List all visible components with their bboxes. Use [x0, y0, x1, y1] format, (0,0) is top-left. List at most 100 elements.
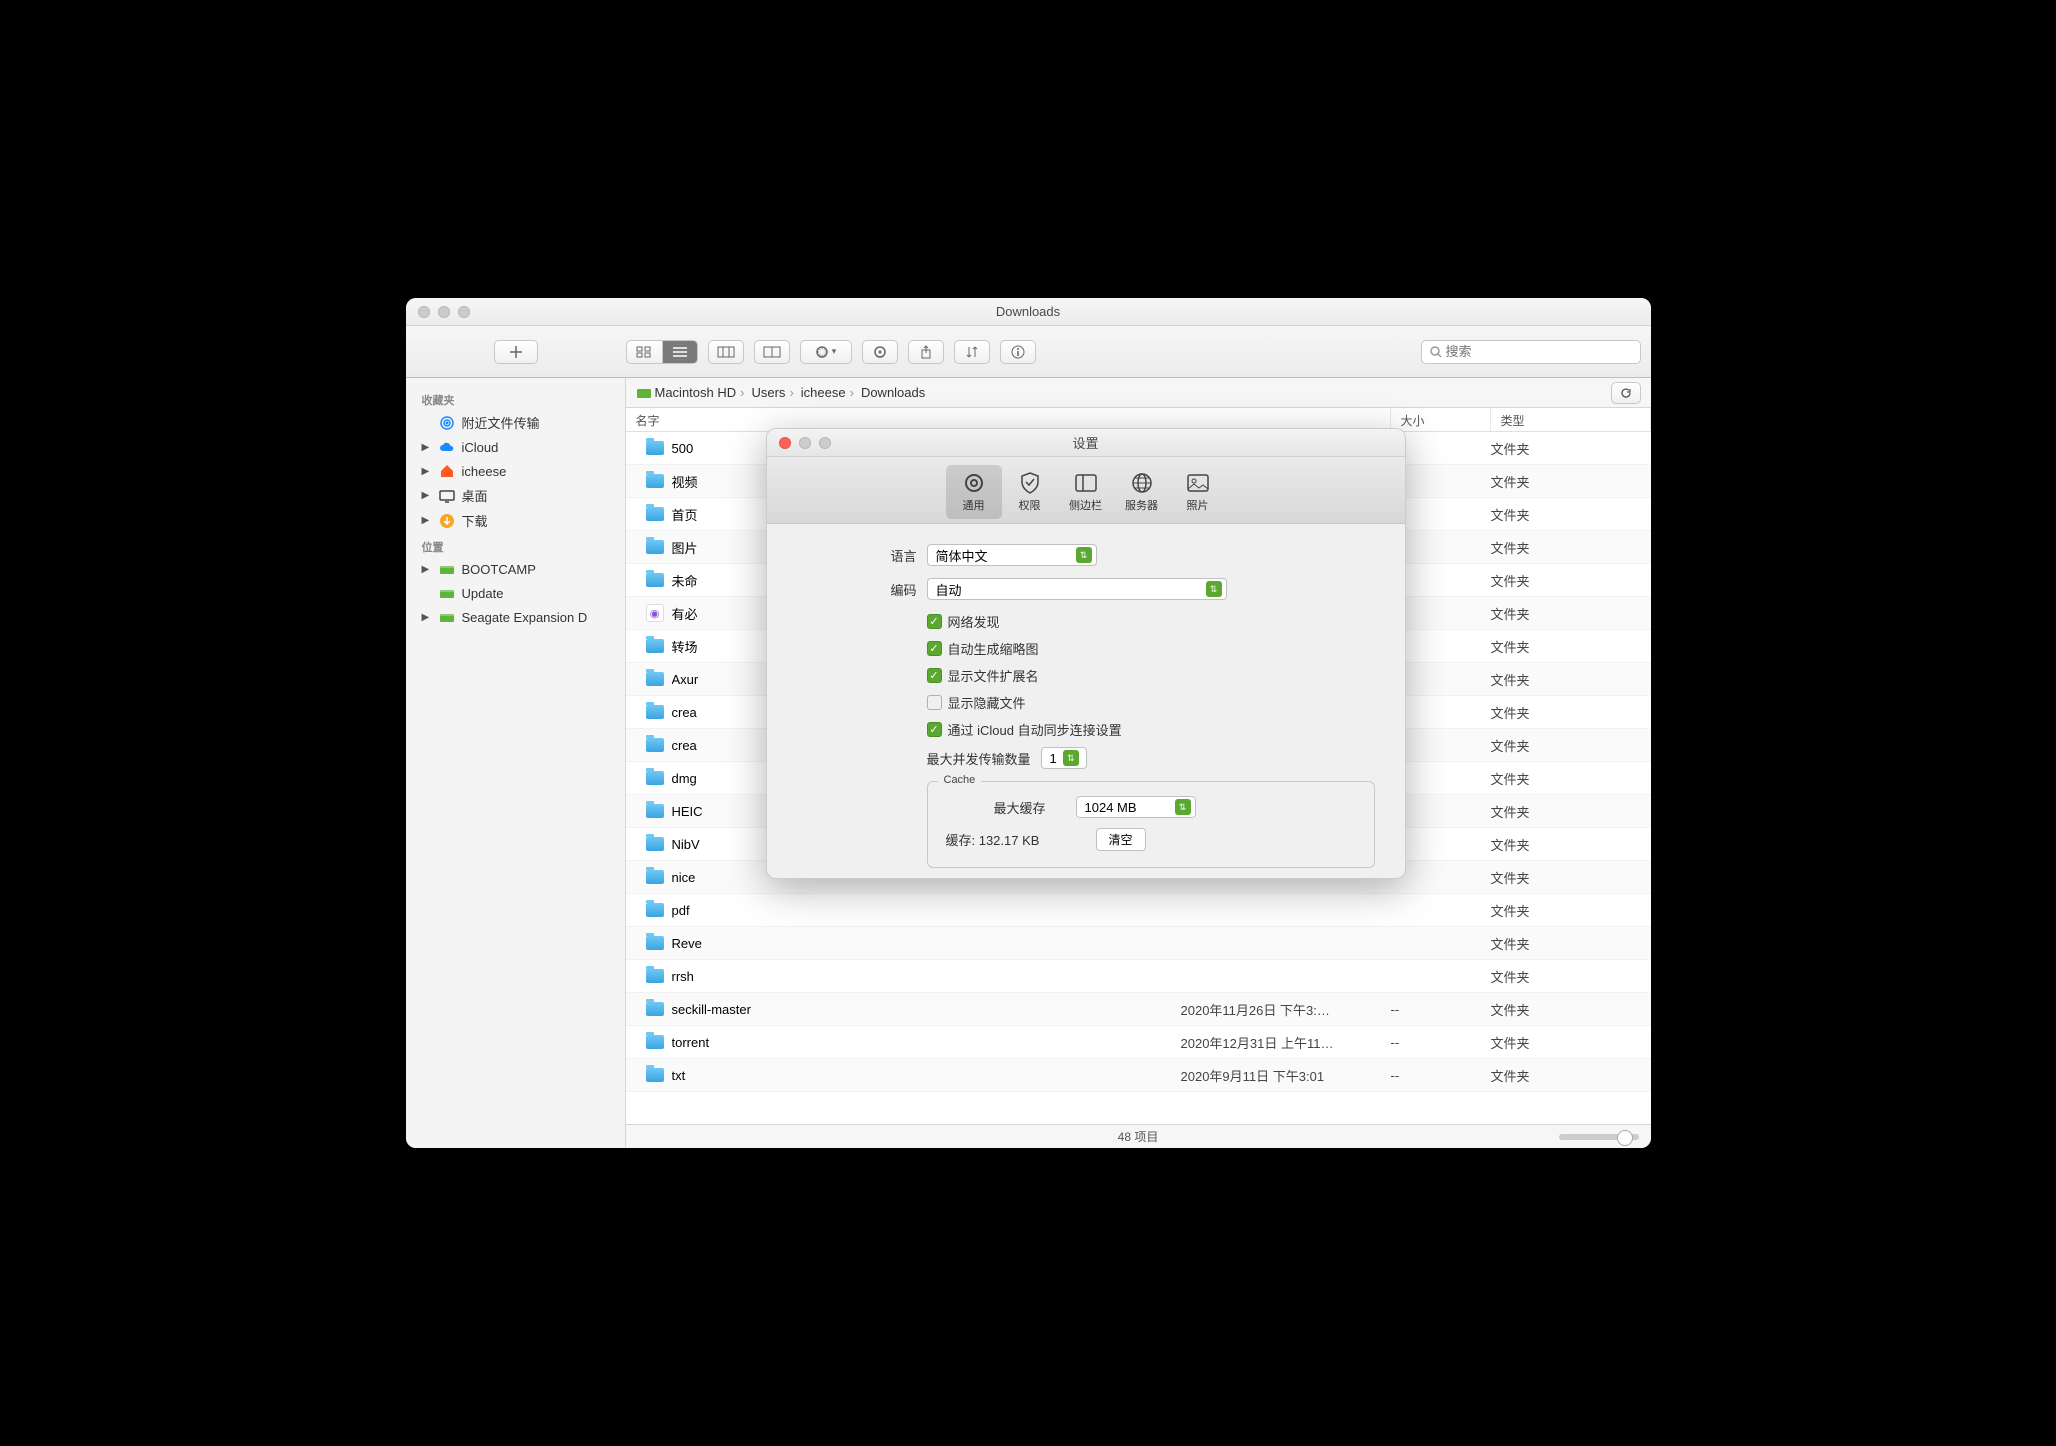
sidebar-item[interactable]: ▶下载: [406, 508, 625, 533]
download-icon: [438, 512, 456, 530]
file-row[interactable]: torrent2020年12月31日 上午11…--文件夹: [626, 1026, 1651, 1059]
file-name: Reve: [672, 936, 1181, 951]
file-kind: 文件夹: [1491, 868, 1651, 887]
file-kind: 文件夹: [1491, 967, 1651, 986]
pathbar: Macintosh HD›Users›icheese›Downloads: [626, 378, 1651, 408]
checkbox-row[interactable]: ✓ 自动生成缩略图: [927, 639, 1375, 658]
column-view-button[interactable]: [708, 340, 744, 364]
file-date: 2020年11月26日 下午3:…: [1181, 1000, 1391, 1019]
file-kind: 文件夹: [1491, 703, 1651, 722]
checkbox-row[interactable]: 显示隐藏文件: [927, 693, 1375, 712]
item-count: 48 项目: [1118, 1128, 1159, 1145]
file-row[interactable]: seckill-master2020年11月26日 下午3:…--文件夹: [626, 993, 1651, 1026]
status-bar: 48 项目: [626, 1124, 1651, 1148]
file-kind: 文件夹: [1491, 1066, 1651, 1085]
chevron-updown-icon: ⇅: [1063, 750, 1079, 766]
file-name: txt: [672, 1068, 1181, 1083]
col-size[interactable]: 大小: [1391, 408, 1491, 431]
file-kind: 文件夹: [1491, 439, 1651, 458]
settings-tab-globe[interactable]: 服务器: [1114, 465, 1170, 519]
sidebar-item-label: Seagate Expansion D: [462, 610, 588, 625]
action-menu-button[interactable]: ▾: [800, 340, 852, 364]
info-button[interactable]: [1000, 340, 1036, 364]
cache-fieldset: Cache 最大缓存 1024 MB ⇅ 缓存: 132.17 KB 清空: [927, 781, 1375, 868]
checkbox-row[interactable]: ✓网络发现: [927, 612, 1375, 631]
checkbox-label: 显示文件扩展名: [948, 666, 1039, 685]
list-view-button[interactable]: [662, 340, 698, 364]
checkbox[interactable]: ✓: [927, 722, 942, 737]
checkbox[interactable]: [927, 695, 942, 710]
app-icon: ◉: [646, 604, 664, 622]
settings-tab-sidebar[interactable]: 侧边栏: [1058, 465, 1114, 519]
folder-icon: [646, 804, 664, 818]
file-size: --: [1391, 1035, 1491, 1050]
minimize-button[interactable]: [438, 306, 450, 318]
concurrency-select[interactable]: 1 ⇅: [1041, 747, 1087, 769]
search-input[interactable]: [1446, 344, 1632, 359]
file-kind: 文件夹: [1491, 1033, 1651, 1052]
sidebar-item[interactable]: ▶iCloud: [406, 435, 625, 459]
checkbox[interactable]: ✓: [927, 614, 942, 629]
max-cache-select[interactable]: 1024 MB ⇅: [1076, 796, 1196, 818]
zoom-button[interactable]: [458, 306, 470, 318]
sidebar-item[interactable]: ▶icheese: [406, 459, 625, 483]
sidebar-item-label: 附近文件传输: [462, 413, 540, 432]
icon-view-button[interactable]: [626, 340, 662, 364]
settings-tab-shield[interactable]: 权限: [1002, 465, 1058, 519]
file-row[interactable]: pdf文件夹: [626, 894, 1651, 927]
breadcrumb-item[interactable]: icheese: [798, 385, 846, 400]
file-kind: 文件夹: [1491, 571, 1651, 590]
cache-legend: Cache: [938, 774, 982, 786]
checkbox[interactable]: ✓: [927, 668, 942, 683]
checkbox-label: 自动生成缩略图: [948, 639, 1039, 658]
sidebar-item[interactable]: ▶桌面: [406, 483, 625, 508]
toolbar: ▾: [406, 326, 1651, 378]
sidebar-item[interactable]: ▶Seagate Expansion D: [406, 605, 625, 629]
encoding-label: 编码: [797, 580, 917, 599]
language-select[interactable]: 简体中文 ⇅: [927, 544, 1097, 566]
checkbox-row[interactable]: ✓通过 iCloud 自动同步连接设置: [927, 720, 1375, 739]
checkbox-row[interactable]: ✓ 显示文件扩展名: [927, 666, 1375, 685]
checkbox[interactable]: ✓: [927, 641, 942, 656]
encoding-select[interactable]: 自动 ⇅: [927, 578, 1227, 600]
file-name: seckill-master: [672, 1002, 1181, 1017]
search-box[interactable]: [1421, 340, 1641, 364]
folder-icon: [646, 1002, 664, 1016]
chevron-updown-icon: ⇅: [1206, 581, 1222, 597]
file-row[interactable]: Reve文件夹: [626, 927, 1651, 960]
folder-icon: [646, 870, 664, 884]
refresh-button[interactable]: [1611, 382, 1641, 404]
sidebar-item[interactable]: ▶BOOTCAMP: [406, 557, 625, 581]
file-kind: 文件夹: [1491, 472, 1651, 491]
search-icon: [1430, 346, 1442, 358]
share-button[interactable]: [908, 340, 944, 364]
clear-cache-button[interactable]: 清空: [1096, 828, 1146, 851]
gallery-view-button[interactable]: [754, 340, 790, 364]
sidebar-item[interactable]: Update: [406, 581, 625, 605]
file-kind: 文件夹: [1491, 736, 1651, 755]
drive-icon: [438, 584, 456, 602]
breadcrumb-item[interactable]: Downloads: [858, 385, 925, 400]
file-row[interactable]: rrsh文件夹: [626, 960, 1651, 993]
breadcrumb-item[interactable]: Macintosh HD: [636, 385, 737, 400]
folder-icon: [646, 936, 664, 950]
chevron-updown-icon: ⇅: [1175, 799, 1191, 815]
file-kind: 文件夹: [1491, 670, 1651, 689]
concurrency-label: 最大并发传输数量: [927, 749, 1031, 768]
file-row[interactable]: txt2020年9月11日 下午3:01--文件夹: [626, 1059, 1651, 1092]
cloud-icon: [438, 438, 456, 456]
sidebar-item-label: Update: [462, 586, 504, 601]
checkbox-label: 显示隐藏文件: [948, 693, 1026, 712]
breadcrumb-item[interactable]: Users: [748, 385, 785, 400]
sort-button[interactable]: [954, 340, 990, 364]
settings-button[interactable]: [862, 340, 898, 364]
settings-tab-gear[interactable]: 通用: [946, 465, 1002, 519]
add-button[interactable]: [494, 340, 538, 364]
settings-tab-photo[interactable]: 照片: [1170, 465, 1226, 519]
close-button[interactable]: [418, 306, 430, 318]
file-kind: 文件夹: [1491, 769, 1651, 788]
sidebar-item[interactable]: 附近文件传输: [406, 410, 625, 435]
zoom-slider[interactable]: [1559, 1134, 1639, 1140]
folder-icon: [646, 837, 664, 851]
col-kind[interactable]: 类型: [1491, 408, 1651, 431]
